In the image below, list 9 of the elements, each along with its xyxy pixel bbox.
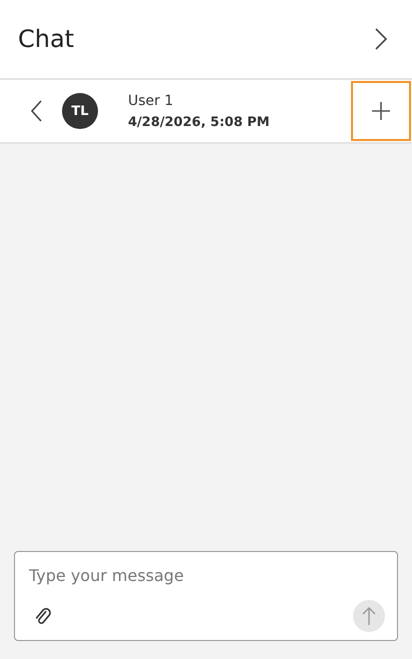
avatar: TL xyxy=(62,93,98,129)
paperclip-icon[interactable] xyxy=(33,606,53,626)
arrow-up-icon xyxy=(362,606,376,626)
plus-icon xyxy=(371,101,391,121)
back-icon[interactable] xyxy=(30,100,42,122)
user-name: User 1 xyxy=(128,92,174,108)
panel-title: Chat xyxy=(18,25,74,53)
chevron-right-icon[interactable] xyxy=(374,28,388,50)
timestamp: 4/28/2026, 5:08 PM xyxy=(128,114,271,130)
